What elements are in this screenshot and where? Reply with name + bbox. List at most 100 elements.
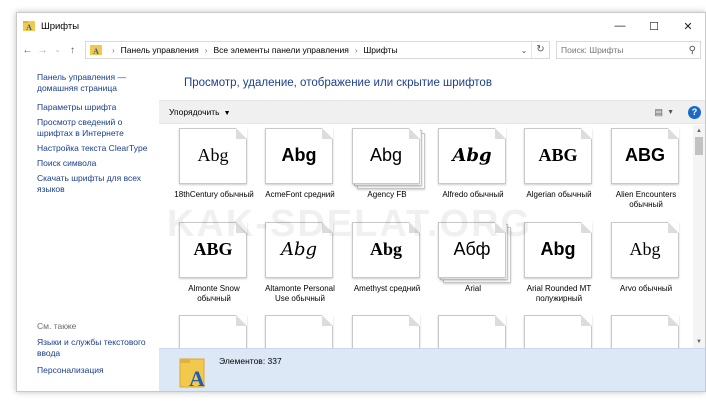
font-preview: Abg — [611, 222, 681, 280]
organize-button[interactable]: Упорядочить ▼ — [169, 107, 231, 117]
chevron-right-icon[interactable]: › — [205, 46, 208, 55]
page-fold — [322, 128, 333, 139]
font-page: Абф — [438, 222, 506, 278]
font-tile[interactable]: Abg Altamonte Personal Use обычный — [257, 222, 343, 304]
details-pane: A Элементов: 337 — [159, 348, 705, 391]
up-arrow-icon[interactable]: ↑ — [66, 42, 79, 58]
sidebar-cleartype-link[interactable]: Настройка текста ClearType — [37, 143, 159, 154]
font-page: Abg — [352, 222, 420, 278]
title-bar[interactable]: A Шрифты — ☐ ✕ — [17, 13, 705, 39]
help-icon[interactable]: ? — [688, 105, 701, 119]
font-page — [524, 315, 592, 348]
sidebar-home-link[interactable]: Панель управления — домашняя страница — [37, 72, 159, 94]
svg-text:A: A — [189, 366, 205, 389]
font-tile[interactable]: Abg Arial Rounded MT полужирный — [516, 222, 602, 304]
sidebar-font-info-link[interactable]: Просмотр сведений о шрифтах в Интернете — [37, 117, 159, 139]
view-options-icon[interactable]: ▤ — [655, 107, 664, 118]
font-preview: ABG — [179, 222, 249, 280]
font-grid: Abg 18thCentury обычный Abg AcmeFont средни… — [159, 125, 693, 348]
font-page: Abg — [524, 222, 592, 278]
font-preview: Abg — [524, 222, 594, 280]
font-tile[interactable]: Абф Arial — [430, 222, 516, 294]
caret-down-icon[interactable]: ▼ — [667, 109, 674, 116]
page-fold — [495, 222, 506, 233]
font-preview: Abg — [352, 128, 425, 189]
vertical-scrollbar[interactable]: ▲ ▼ — [693, 125, 705, 348]
font-tile[interactable]: ABG Almonte Snow обычный — [171, 222, 257, 304]
page-fold — [668, 128, 679, 139]
sidebar-personalization-link[interactable]: Персонализация — [37, 365, 157, 376]
search-box[interactable]: ⚲ — [556, 41, 701, 59]
breadcrumb-fonts[interactable]: Шрифты — [363, 45, 397, 55]
page-fold — [322, 315, 333, 326]
item-count: Элементов: 337 — [219, 356, 282, 366]
refresh-icon[interactable]: ↻ — [531, 42, 549, 58]
font-name: Agency FB — [367, 190, 407, 199]
font-name: Almonte Snow обычный — [188, 284, 240, 303]
font-preview: Abg — [265, 222, 335, 280]
font-preview — [438, 315, 508, 348]
close-button[interactable]: ✕ — [671, 13, 705, 39]
font-preview — [524, 315, 594, 348]
page-fold — [322, 222, 333, 233]
breadcrumb-control-panel[interactable]: Панель управления — [121, 45, 199, 55]
font-preview: Абф — [438, 222, 511, 283]
font-page — [179, 315, 247, 348]
fonts-folder-icon: A — [23, 21, 35, 32]
page-fold — [495, 128, 506, 139]
font-tile[interactable] — [516, 315, 602, 348]
address-bar[interactable]: A › Панель управления › Все элементы пан… — [85, 41, 550, 59]
font-tile[interactable]: ABG Algerian обычный — [516, 128, 602, 200]
font-tile[interactable]: ABG Alien Encounters обычный — [603, 128, 689, 210]
page-fold — [236, 315, 247, 326]
font-name: Amethyst средний — [353, 284, 421, 293]
main-content: Просмотр, удаление, отображение или скры… — [159, 61, 705, 391]
sidebar-download-fonts-link[interactable]: Скачать шрифты для всех языков — [37, 173, 159, 195]
font-tile[interactable]: Abg Alfredo обычный — [430, 128, 516, 200]
chevron-right-icon[interactable]: › — [355, 46, 358, 55]
font-page: Abg — [179, 128, 247, 184]
font-preview: Abg — [179, 128, 249, 186]
back-arrow-icon[interactable]: ← — [21, 42, 34, 58]
font-tile[interactable] — [257, 315, 343, 348]
minimize-button[interactable]: — — [603, 13, 637, 39]
font-tile[interactable]: Abg Agency FB — [344, 128, 430, 200]
maximize-button[interactable]: ☐ — [637, 13, 671, 39]
svg-text:A: A — [93, 47, 99, 56]
breadcrumb-all-items[interactable]: Все элементы панели управления — [213, 45, 348, 55]
recent-locations-icon[interactable]: ⌄ — [51, 42, 64, 58]
scrollbar-thumb[interactable] — [695, 137, 703, 155]
font-sample: ABG — [625, 145, 665, 165]
font-page: ABG — [524, 128, 592, 184]
font-tile[interactable] — [603, 315, 689, 348]
font-sample: Abg — [281, 145, 317, 165]
search-icon[interactable]: ⚲ — [689, 45, 696, 56]
font-tile[interactable] — [344, 315, 430, 348]
forward-arrow-icon[interactable]: → — [36, 42, 49, 58]
font-preview: Abg — [265, 128, 335, 186]
sidebar-find-character-link[interactable]: Поиск символа — [37, 158, 159, 169]
font-page: Abg — [611, 222, 679, 278]
chevron-right-icon[interactable]: › — [112, 46, 115, 55]
font-tile[interactable]: Abg AcmeFont средний — [257, 128, 343, 200]
font-tile[interactable] — [430, 315, 516, 348]
sidebar-font-settings-link[interactable]: Параметры шрифта — [37, 102, 159, 113]
fonts-folder-icon: A — [90, 45, 102, 56]
see-also-heading: См. также — [37, 321, 77, 331]
scroll-up-icon[interactable]: ▲ — [693, 125, 705, 137]
font-tile[interactable] — [171, 315, 257, 348]
font-tile[interactable]: Abg Amethyst средний — [344, 222, 430, 294]
font-tile[interactable]: Abg Arvo обычный — [603, 222, 689, 294]
font-tile[interactable]: Abg 18thCentury обычный — [171, 128, 257, 200]
font-page: Abg — [265, 222, 333, 278]
font-sample: Abg — [540, 239, 576, 259]
chevron-down-icon[interactable]: ⌄ — [517, 46, 531, 55]
font-preview — [611, 315, 681, 348]
scroll-down-icon[interactable]: ▼ — [693, 336, 705, 348]
search-input[interactable] — [561, 45, 689, 55]
font-sample: Абф — [453, 239, 491, 259]
page-fold — [581, 128, 592, 139]
page-title: Просмотр, удаление, отображение или скры… — [184, 77, 492, 89]
command-bar: Упорядочить ▼ ▤ ▼ ? — [159, 100, 705, 124]
sidebar-languages-link[interactable]: Языки и службы текстового ввода — [37, 337, 157, 359]
